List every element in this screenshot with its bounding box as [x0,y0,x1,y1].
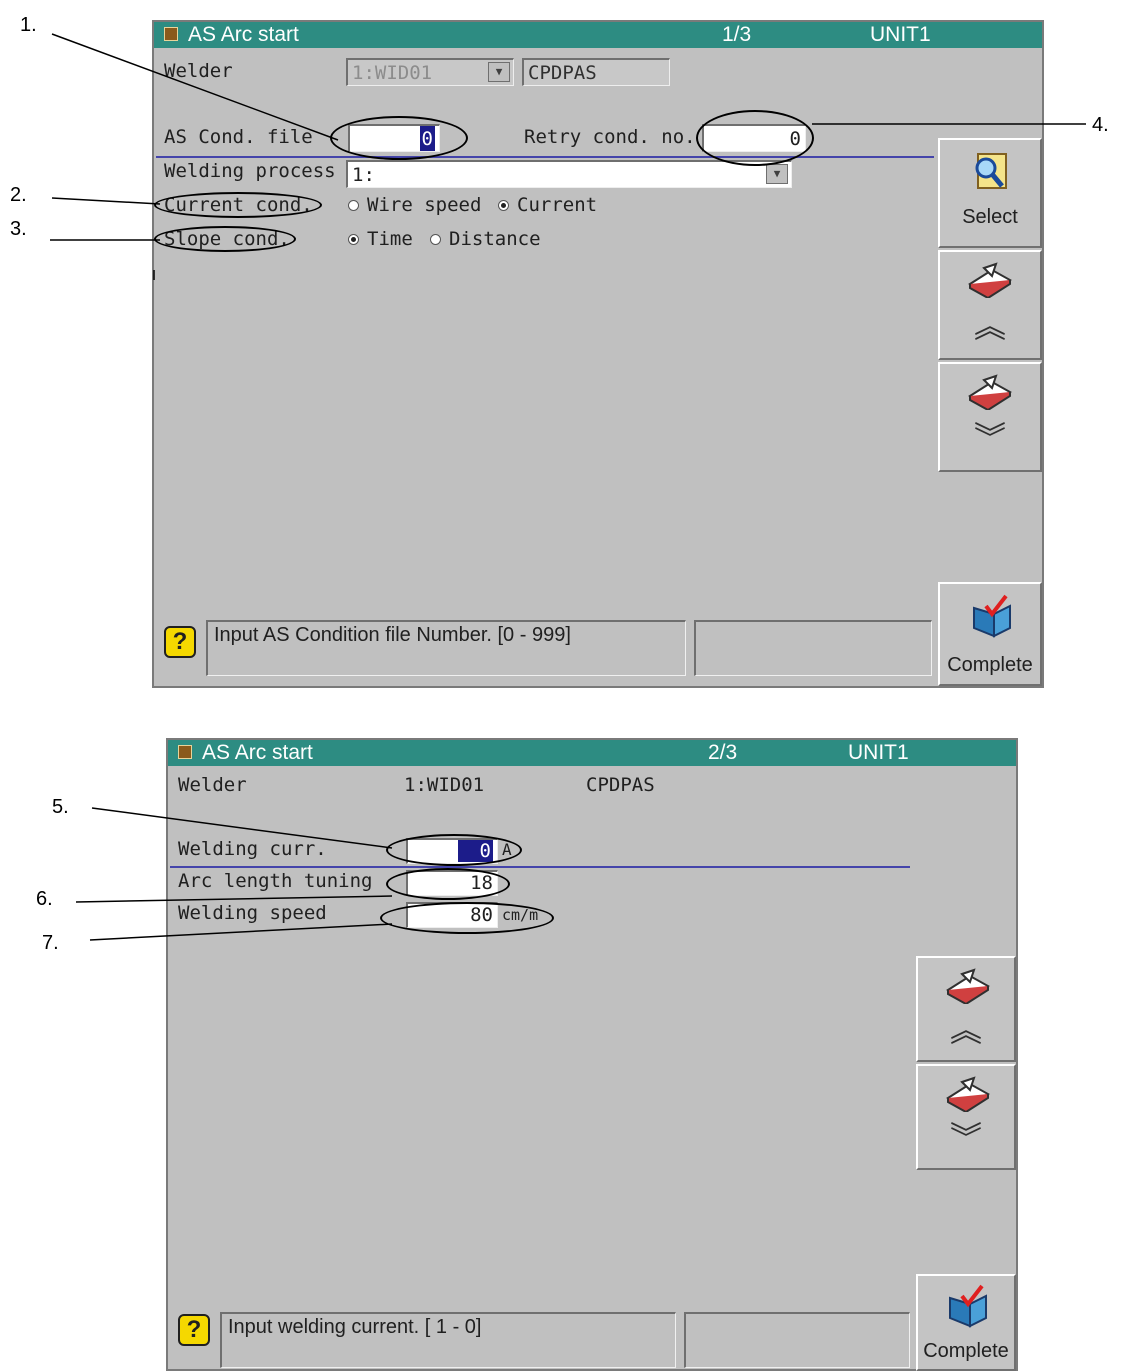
message-box: Input AS Condition file Number. [0 - 999… [206,620,686,676]
as-cond-file-label: AS Cond. file [164,126,313,148]
screen2-page-indicator: 2/3 [708,741,738,764]
welder-label: Welder [178,774,247,796]
welding-process-select[interactable]: 1: [346,160,792,188]
welding-speed-label: Welding speed [178,902,327,924]
status-box [684,1312,910,1368]
chevron-down-icon: ︾ [973,419,1007,457]
help-icon[interactable]: ? [178,1314,210,1346]
callout-label-5: 5. [52,796,69,818]
radio-distance-dot [430,234,441,245]
welder-name: CPDPAS [586,774,655,796]
book-up-icon [946,968,990,1004]
callout-oval-5 [386,834,522,866]
divider [156,156,934,158]
screen2-panel: AS Arc start 2/3 UNIT1 Welder 1:WID01 CP… [166,738,1018,1371]
chevron-down-icon: ︾ [949,1119,983,1157]
radio-time[interactable]: Time [348,228,413,250]
book-down-icon [946,1076,990,1112]
process-dropdown-button[interactable]: ▼ [766,164,788,184]
screen2-titlebar: AS Arc start 2/3 UNIT1 [168,740,1016,766]
book-up-icon [968,262,1012,298]
callout-label-3: 3. [10,218,27,240]
screen2-unit: UNIT1 [848,741,909,764]
callout-oval-6 [386,868,510,900]
callout-oval-4 [696,110,814,166]
complete-button[interactable]: Complete [938,582,1042,686]
complete-label: Complete [923,1340,1009,1362]
callout-oval-3 [154,226,296,252]
welding-curr-label: Welding curr. [178,838,327,860]
page-up-button[interactable]: ︽ [916,956,1016,1062]
page-down-button[interactable]: ︾ [938,362,1042,472]
radio-wire-speed[interactable]: Wire speed [348,194,481,216]
screen1-title: AS Arc start [188,23,299,46]
callout-oval-7 [380,902,554,934]
book-down-icon [968,374,1012,410]
callout-label-2: 2. [10,184,27,206]
callout-label-7: 7. [42,932,59,954]
screen1-titlebar: AS Arc start 1/3 UNIT1 [154,22,1042,48]
welder-value: 1:WID01 [404,774,485,796]
retry-cond-label: Retry cond. no. [524,126,696,148]
radio-current-dot [498,200,509,211]
arc-length-label: Arc length tuning [178,870,373,892]
screen1-unit: UNIT1 [870,23,931,46]
radio-distance[interactable]: Distance [430,228,541,250]
callout-oval-2 [154,192,322,218]
chevron-up-icon: ︽ [949,1011,983,1049]
radio-wire-speed-dot [348,200,359,211]
page-down-button[interactable]: ︾ [916,1064,1016,1170]
screen2-title: AS Arc start [202,741,313,764]
callout-label-1: 1. [20,14,37,36]
select-button[interactable]: Select [938,138,1042,248]
help-icon[interactable]: ? [164,626,196,658]
callout-label-6: 6. [36,888,53,910]
screen1-panel: AS Arc start 1/3 UNIT1 Welder 1:WID01 ▼ … [152,20,1044,688]
complete-button[interactable]: Complete [916,1274,1016,1371]
welder-dropdown-button[interactable]: ▼ [488,62,510,82]
message-box: Input welding current. [ 1 - 0] [220,1312,676,1368]
page-up-button[interactable]: ︽ [938,250,1042,360]
magnifier-icon [975,153,1007,189]
welder-label: Welder [164,60,233,82]
folder-check-icon [973,594,1011,638]
status-box [694,620,932,676]
screen1-page-indicator: 1/3 [722,23,752,46]
welder-name-field: CPDPAS [522,58,670,86]
complete-label: Complete [947,654,1033,676]
radio-time-dot [348,234,359,245]
callout-label-4: 4. [1092,114,1109,136]
welding-process-label: Welding process [164,160,336,182]
chevron-up-icon: ︽ [973,307,1007,345]
window-icon [164,27,178,41]
callout-oval-1 [330,116,468,160]
folder-check-icon [949,1284,987,1328]
radio-current[interactable]: Current [498,194,597,216]
divider [170,866,910,868]
window-icon [178,745,192,759]
select-label: Select [962,206,1018,228]
